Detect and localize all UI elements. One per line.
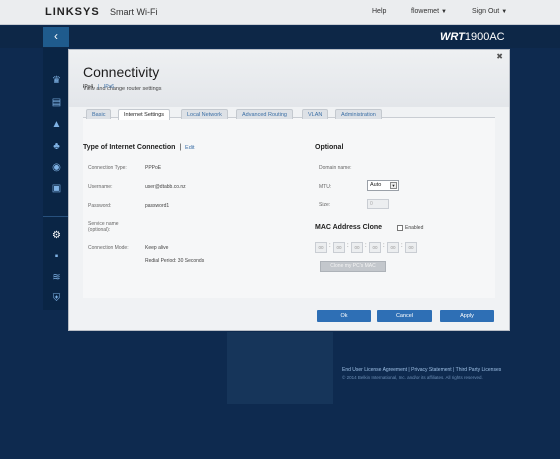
size-label: Size:	[319, 202, 331, 208]
top-bar: LINKSYS Smart Wi-Fi Help flowemet ▼ Sign…	[0, 0, 560, 25]
tab-internet-settings[interactable]: Internet Settings	[118, 109, 171, 120]
enabled-label: Enabled	[405, 225, 424, 231]
chevron-left-icon: ‹	[54, 29, 58, 43]
help-link[interactable]: Help	[372, 8, 386, 15]
mac-field-4[interactable]: 00	[369, 242, 381, 253]
footer-copyright: © 2014 Belkin International, Inc. and/or…	[342, 375, 483, 380]
tab-administration[interactable]: Administration	[335, 109, 382, 119]
mac-field-5[interactable]: 00	[387, 242, 399, 253]
tab-vlan[interactable]: VLAN	[302, 109, 329, 119]
password-label: Password:	[88, 203, 112, 209]
connectivity-dialog: ✖ Connectivity View and change router se…	[68, 49, 510, 331]
footer-links[interactable]: End User License Agreement | Privacy Sta…	[342, 367, 501, 373]
cancel-button[interactable]: Cancel	[377, 310, 432, 322]
model-number: 1900AC	[464, 31, 505, 43]
mac-clone-enabled-checkbox[interactable]	[397, 225, 403, 231]
sidebar-divider	[43, 216, 69, 217]
service-name-label-optional: (optional):	[88, 227, 111, 233]
subtab-ipv6[interactable]: IPv6	[104, 84, 114, 90]
edit-link[interactable]: Edit	[185, 145, 194, 151]
heading-text: Type of Internet Connection	[83, 144, 176, 151]
back-button[interactable]: ‹	[43, 27, 69, 47]
alert-icon[interactable]: ▲	[50, 118, 63, 130]
size-input[interactable]: 0	[367, 199, 389, 209]
devices-icon[interactable]: ▤	[50, 96, 63, 108]
user-menu[interactable]: flowemet ▼	[411, 8, 447, 15]
mtu-select[interactable]: Auto ▼	[367, 180, 399, 191]
tab-local-network[interactable]: Local Network	[181, 109, 228, 119]
security-icon[interactable]: ⛨	[50, 292, 63, 304]
parental-controls-icon[interactable]: ♣	[50, 140, 63, 152]
router-model: WRT1900AC	[440, 31, 505, 43]
sidebar: ♛ ▤ ▲ ♣ ◉ ▣ ⚙ ▪ ≋ ⛨	[43, 48, 69, 310]
mtu-label: MTU:	[319, 184, 332, 190]
connection-mode-label: Connection Mode:	[88, 245, 129, 251]
sign-out-menu[interactable]: Sign Out ▼	[472, 8, 507, 15]
username-value: user@dtabb.co.nz	[145, 184, 186, 190]
page-title: Connectivity	[83, 64, 160, 80]
connection-type-value: PPPoE	[145, 165, 162, 171]
tab-advanced-routing[interactable]: Advanced Routing	[236, 109, 293, 119]
mac-field-2[interactable]: 00	[333, 242, 345, 253]
speed-test-icon[interactable]: ▣	[50, 182, 63, 194]
dialog-header: ✖ Connectivity View and change router se…	[69, 50, 509, 107]
tab-basic[interactable]: Basic	[86, 109, 112, 119]
mtu-select-value: Auto	[370, 182, 382, 188]
redial-period-value: Redial Period: 30 Seconds	[145, 258, 205, 264]
background-panel	[227, 332, 333, 404]
page-subtitle: View and change router settings	[83, 86, 162, 92]
connectivity-icon[interactable]: ⚙	[50, 229, 63, 241]
mac-clone-heading: MAC Address Clone	[315, 224, 383, 231]
chevron-down-icon: ▼	[501, 9, 508, 15]
model-prefix: WRT	[440, 31, 465, 43]
mac-separator: :	[401, 243, 403, 249]
mac-field-6[interactable]: 00	[405, 242, 417, 253]
domain-name-label: Domain name:	[319, 165, 352, 171]
subtab-ipv4[interactable]: IPv4	[83, 84, 93, 90]
connection-mode-value: Keep alive	[145, 245, 169, 251]
mac-field-1[interactable]: 00	[315, 242, 327, 253]
media-prioritization-icon[interactable]: ◉	[50, 161, 63, 173]
mac-field-3[interactable]: 00	[351, 242, 363, 253]
connection-type-label: Connection Type:	[88, 165, 127, 171]
subtab-separator: |	[98, 84, 100, 90]
linksys-logo: LINKSYS	[45, 6, 100, 18]
external-storage-icon[interactable]: ▪	[50, 250, 63, 262]
user-name: flowemet	[411, 8, 440, 15]
mac-separator: :	[383, 243, 385, 249]
mac-separator: :	[347, 243, 349, 249]
ok-button[interactable]: Ok	[317, 310, 371, 322]
password-value: password1	[145, 203, 170, 209]
close-icon[interactable]: ✖	[496, 52, 503, 61]
chevron-down-icon: ▼	[440, 9, 447, 15]
internet-connection-heading: Type of Internet Connection | Edit	[83, 144, 195, 151]
mac-separator: :	[365, 243, 367, 249]
username-label: Username:	[88, 184, 113, 190]
chevron-down-icon: ▼	[390, 182, 397, 189]
network-map-icon[interactable]: ♛	[50, 74, 63, 86]
apply-button[interactable]: Apply	[440, 310, 494, 322]
optional-heading: Optional	[315, 144, 344, 151]
sign-out-label: Sign Out	[472, 8, 500, 15]
wireless-icon[interactable]: ≋	[50, 271, 63, 283]
mac-separator: :	[329, 243, 331, 249]
heading-separator: |	[179, 144, 182, 151]
smart-wifi-label: Smart Wi-Fi	[110, 7, 158, 17]
clone-mac-button[interactable]: Clone my PC's MAC	[320, 261, 386, 272]
